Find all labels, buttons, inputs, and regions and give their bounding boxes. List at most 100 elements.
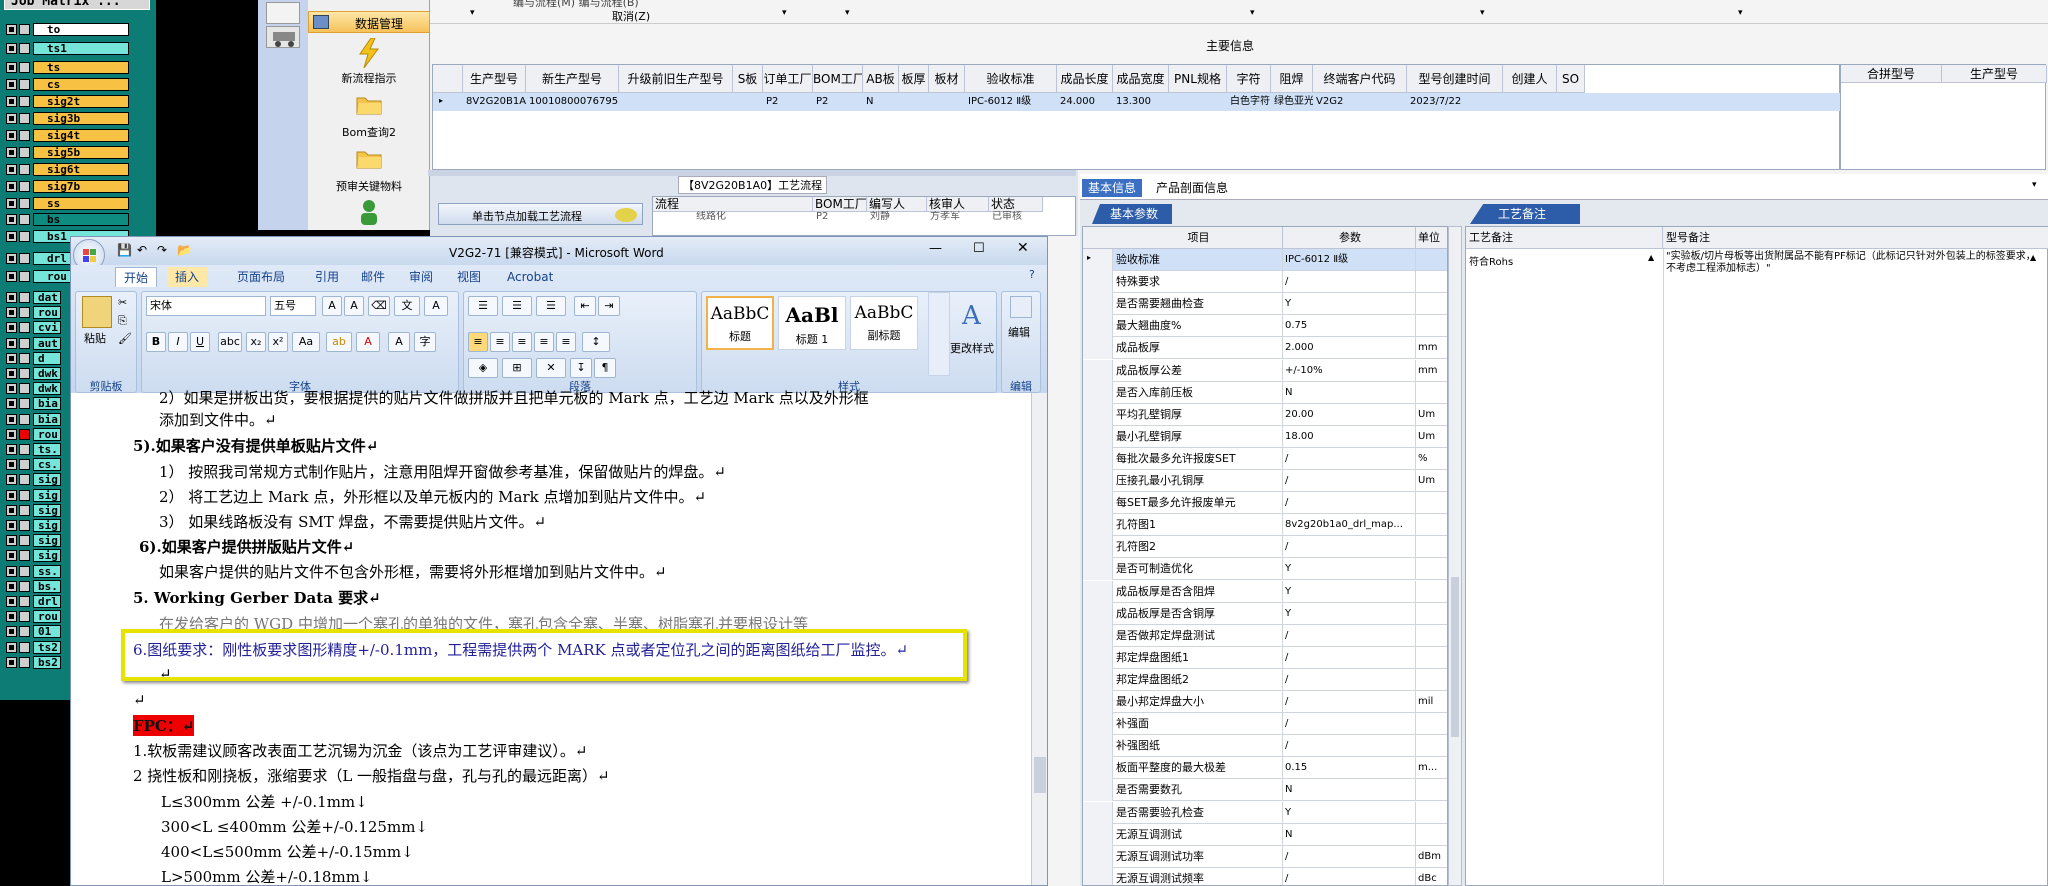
row-selector[interactable] [1083,403,1113,426]
layer-label[interactable]: rou [33,427,61,441]
param-unit[interactable] [1416,382,1447,404]
tab-basic-params[interactable]: 基本参数 [1092,204,1172,224]
layer-label[interactable]: sig [33,488,61,502]
process-column-header[interactable]: 流程 [653,197,813,212]
merge-model-header[interactable]: 合拼型号 [1841,65,1942,83]
table-row[interactable]: 最大翘曲度%0.75Y [1083,315,1447,338]
layer-checkbox[interactable] [6,337,17,349]
table-row[interactable]: 每SET最多允许报废单元/Y [1083,492,1447,515]
row-selector[interactable] [1083,801,1113,824]
param-name[interactable]: 平均孔壁铜厚 [1113,403,1283,426]
layer-checkbox[interactable] [19,337,30,349]
job-matrix-row[interactable]: sig5b [6,146,129,159]
document-line[interactable]: 2 挠性板和刚挠板，涨缩要求（L 一般指盘与盘，孔与孔的最远距离）↵ [133,765,610,786]
param-name[interactable]: 成品板厚公差 [1113,359,1283,382]
row-selector[interactable] [1083,381,1113,404]
param-unit[interactable]: m... [1416,757,1447,779]
param-value[interactable]: Y [1283,602,1416,625]
row-selector[interactable] [1083,580,1113,603]
table-row[interactable]: 无源互调测试功率/dBmY [1083,845,1447,868]
table-cell[interactable] [1503,93,1557,111]
job-matrix-row[interactable]: ss [6,197,129,210]
align-right-icon[interactable]: ≡ [512,332,532,352]
layer-checkbox[interactable] [6,231,17,242]
scrollbar-thumb[interactable] [1451,577,1459,737]
param-value[interactable]: 2.000 [1283,337,1416,360]
layer-label[interactable]: dat [33,291,61,304]
document-line[interactable]: 5).如果客户没有提供单板贴片文件↵ [133,435,378,456]
column-header[interactable]: S板 [733,65,763,93]
param-name[interactable]: 最大翘曲度% [1113,315,1283,338]
row-selector[interactable] [1083,713,1113,736]
chevron-down-icon[interactable]: ▾ [1738,8,1743,18]
underline-icon[interactable]: U [190,332,210,352]
param-value[interactable]: / [1283,691,1416,713]
row-selector[interactable]: ▸ [1083,249,1113,271]
layer-checkbox[interactable] [6,580,17,592]
font-color-icon[interactable]: A [356,332,380,352]
scrollbar-thumb[interactable] [1034,757,1046,793]
layer-label[interactable]: sig [33,534,61,548]
layer-checkbox[interactable] [6,292,17,303]
row-selector[interactable] [1083,602,1113,625]
scroll-up-icon[interactable]: ▲ [1648,253,1654,262]
layer-checkbox[interactable] [6,322,17,334]
row-selector[interactable] [1083,823,1113,846]
shrink-font-icon[interactable]: A [344,296,364,316]
model-remark-header[interactable]: 型号备注 [1663,227,2048,249]
column-header[interactable]: 型号创建时间 [1407,65,1503,93]
param-unit[interactable]: Um [1416,470,1447,492]
column-header[interactable]: 升级前旧生产型号 [619,65,733,93]
document-scrollbar[interactable] [1031,393,1047,885]
save-icon[interactable]: 💾 [117,243,132,257]
param-value[interactable]: / [1283,470,1416,492]
row-selector[interactable] [1083,315,1113,338]
craft-remark-value[interactable]: 符合Rohs [1469,253,1513,268]
layer-checkbox[interactable] [6,147,17,158]
layer-checkbox[interactable] [19,130,30,141]
param-value[interactable]: N [1283,823,1416,846]
param-name[interactable]: 补强面 [1113,713,1283,736]
table-row[interactable]: 无源互调测试NY [1083,823,1447,846]
layer-checkbox[interactable] [19,79,30,90]
job-matrix-row[interactable]: ts [6,61,129,74]
layer-label[interactable]: ts [33,61,129,74]
document-line[interactable]: 1.软板需建议顾客改表面工艺沉锡为沉金（该点为工艺评审建议）。↵ [133,740,587,761]
param-value[interactable]: / [1283,668,1416,691]
border-icon[interactable]: ⊞ [502,358,532,378]
param-value[interactable]: / [1283,867,1416,885]
param-name[interactable]: 压接孔最小孔铜厚 [1113,470,1283,492]
document-line[interactable]: 3） 如果线路板没有 SMT 焊盘，不需要提供贴片文件。↵ [159,511,546,532]
calendar-icon[interactable] [266,2,300,24]
layer-checkbox[interactable] [6,130,17,141]
style-gallery-item[interactable]: AaBbC 标题 [706,296,774,350]
param-value[interactable]: IPC-6012 Ⅱ级 [1283,249,1416,271]
redo-icon[interactable]: ↷ [157,243,167,257]
layer-checkbox[interactable] [19,62,30,73]
layer-label[interactable]: bia [33,397,61,411]
table-row[interactable]: 板面平整度的最大极差0.15m...Y [1083,757,1447,780]
param-unit[interactable] [1416,581,1447,603]
char-border-icon[interactable]: A [424,296,448,316]
row-selector[interactable] [1083,779,1113,802]
param-name[interactable]: 最小邦定焊盘大小 [1113,691,1283,713]
table-cell[interactable]: 2023/7/22 [1407,93,1503,111]
layer-checkbox[interactable] [6,368,17,379]
table-cell[interactable]: 13.300 [1113,93,1169,111]
model-remark-value[interactable]: "实验板/切片母板等出货附属品不能有PF标记（此标记只针对外包装上的标签要求，不… [1666,251,2036,275]
layer-checkbox[interactable] [6,383,17,395]
layer-checkbox[interactable] [19,271,30,282]
process-column-header[interactable]: 核审人 [927,197,989,212]
highlight-icon[interactable]: ab [326,332,352,352]
tab-basic-info[interactable]: 基本信息 [1082,179,1143,197]
layer-checkbox[interactable] [6,307,17,319]
row-selector[interactable] [1083,470,1113,492]
param-unit[interactable] [1416,625,1447,647]
layer-checkbox[interactable] [19,214,30,225]
basic-params-column-header[interactable]: 项目 [1113,227,1283,249]
row-selector[interactable] [1083,867,1113,885]
param-unit[interactable] [1416,802,1447,824]
param-value[interactable]: 0.15 [1283,757,1416,780]
layer-checkbox[interactable] [6,550,17,562]
column-header[interactable]: BOM工厂 [813,65,863,93]
